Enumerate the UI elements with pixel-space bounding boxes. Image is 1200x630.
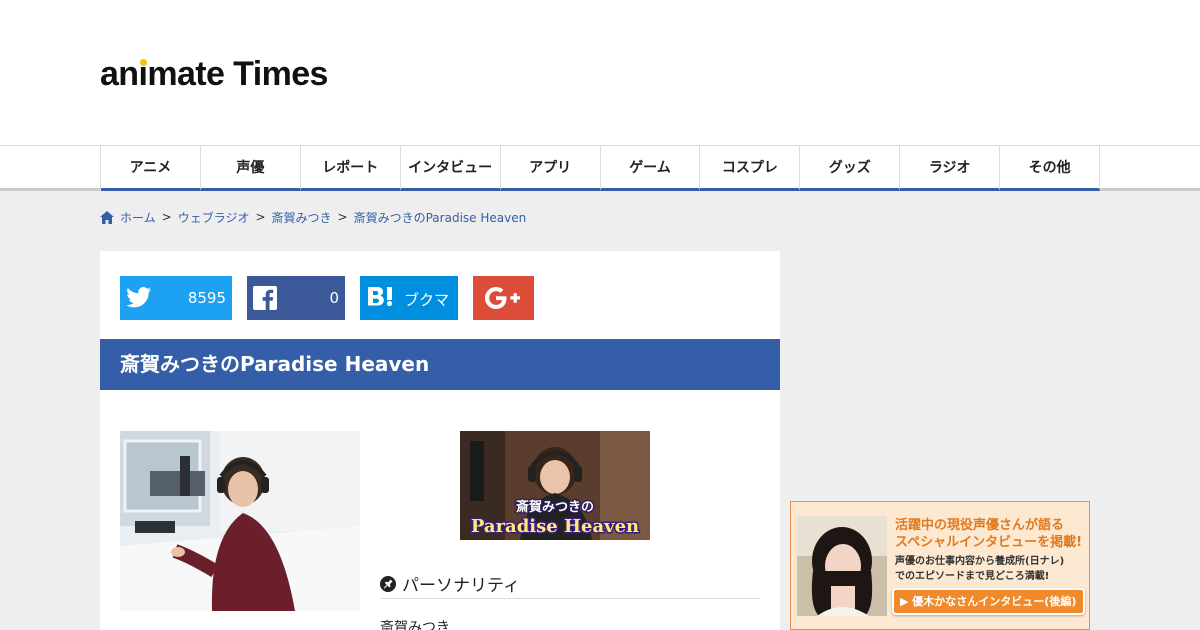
breadcrumb: ホーム > ウェブラジオ > 斎賀みつき > 斎賀みつきのParadise He… xyxy=(100,208,526,226)
article-main: 8595 0 ブクマ 斎賀みつきのParadise Heaven 斎賀みつきの … xyxy=(100,251,780,630)
site-header: ani mate Times xyxy=(0,0,1200,145)
nav-item-report[interactable]: レポート xyxy=(300,146,401,191)
facebook-count: 0 xyxy=(329,289,339,307)
nav-item-app[interactable]: アプリ xyxy=(500,146,601,191)
nav-item-seiyu[interactable]: 声優 xyxy=(200,146,301,191)
personality-heading: パーソナリティ xyxy=(380,569,760,599)
program-banner: 斎賀みつきの Paradise Heaven xyxy=(460,431,650,540)
ad-interview-button[interactable]: ▶ 優木かなさんインタビュー(後編) xyxy=(892,588,1085,615)
twitter-icon xyxy=(126,287,152,308)
ad-description: 声優のお仕事内容から養成所(日ナレ) でのエピソードまで見どころ満載! xyxy=(895,556,1065,582)
nav-item-interview[interactable]: インタビュー xyxy=(400,146,501,191)
hatena-label: ブクマ xyxy=(404,291,450,309)
banner-line1: 斎賀みつきの xyxy=(516,499,594,515)
nav-item-other[interactable]: その他 xyxy=(1000,146,1101,191)
nav-item-radio[interactable]: ラジオ xyxy=(900,146,1001,191)
hatena-bookmark-button[interactable]: ブクマ xyxy=(360,276,458,320)
nav-item-anime[interactable]: アニメ xyxy=(101,146,201,191)
breadcrumb-webradio[interactable]: ウェブラジオ xyxy=(178,209,250,226)
google-plus-icon xyxy=(484,287,520,309)
hatena-bookmark-icon xyxy=(368,287,393,307)
ad-headline: 活躍中の現役声優さんが語る スペシャルインタビューを掲載! xyxy=(895,518,1083,550)
breadcrumb-current[interactable]: 斎賀みつきのParadise Heaven xyxy=(354,209,527,226)
twitter-share-button[interactable]: 8595 xyxy=(120,276,232,320)
main-navigation: アニメ 声優 レポート インタビュー アプリ ゲーム コスプレ グッズ ラジオ … xyxy=(0,145,1200,191)
facebook-share-button[interactable]: 0 xyxy=(247,276,345,320)
breadcrumb-separator: > xyxy=(255,210,266,224)
nav-item-goods[interactable]: グッズ xyxy=(800,146,901,191)
google-plus-share-button[interactable] xyxy=(473,276,534,320)
banner-line2: Paradise Heaven xyxy=(471,516,639,537)
breadcrumb-separator: > xyxy=(161,210,172,224)
breadcrumb-separator: > xyxy=(337,210,348,224)
article-title: 斎賀みつきのParadise Heaven xyxy=(100,339,780,390)
pin-icon xyxy=(380,575,396,592)
personality-name[interactable]: 斎賀みつき xyxy=(380,617,450,630)
ad-portrait xyxy=(797,516,887,616)
twitter-count: 8595 xyxy=(187,289,226,307)
site-logo[interactable]: ani mate Times xyxy=(100,54,328,94)
nav-item-game[interactable]: ゲーム xyxy=(600,146,701,191)
facebook-icon xyxy=(253,286,277,310)
personality-photo xyxy=(120,431,360,611)
breadcrumb-saiga[interactable]: 斎賀みつき xyxy=(272,209,332,226)
home-icon xyxy=(100,210,114,224)
nav-item-cosplay[interactable]: コスプレ xyxy=(700,146,801,191)
sidebar-ad-banner[interactable]: 活躍中の現役声優さんが語る スペシャルインタビューを掲載! 声優のお仕事内容から… xyxy=(790,501,1090,630)
breadcrumb-home[interactable]: ホーム xyxy=(120,209,156,226)
